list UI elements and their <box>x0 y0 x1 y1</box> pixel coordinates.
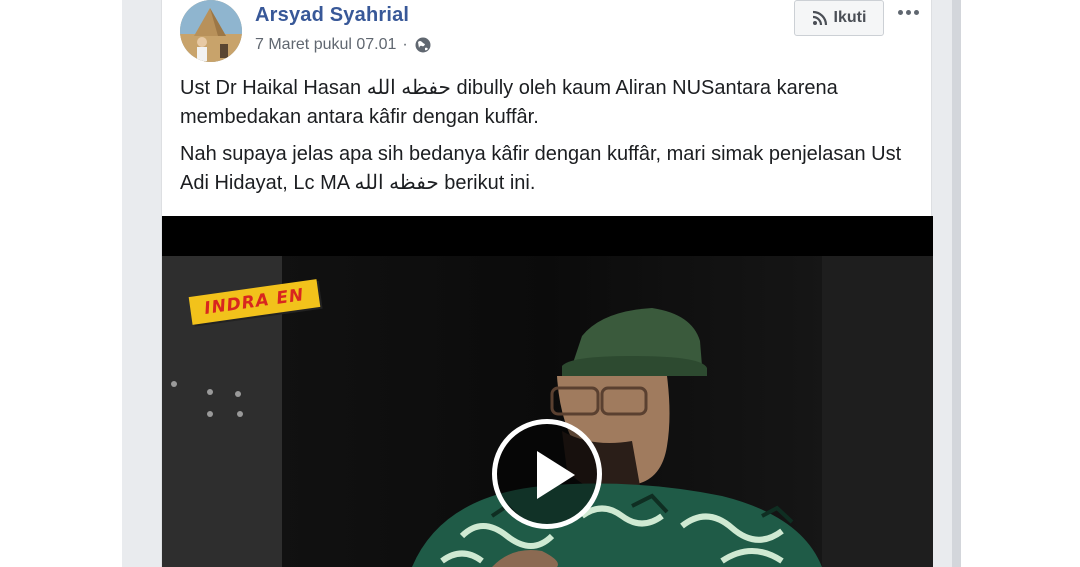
play-button[interactable] <box>492 419 602 529</box>
video-player[interactable]: INDRA EN <box>162 216 933 567</box>
follow-button[interactable]: Ikuti <box>794 0 884 36</box>
post-timestamp[interactable]: 7 Maret pukul 07.01 <box>255 36 396 54</box>
post-paragraph-1: Ust Dr Haikal Hasan حفظه الله dibully ol… <box>180 77 838 128</box>
globe-icon[interactable] <box>414 36 432 54</box>
meta-separator: · <box>402 36 408 53</box>
post-card: Arsyad Syahrial 7 Maret pukul 07.01 · Ik… <box>161 0 933 567</box>
rss-icon <box>812 10 827 26</box>
more-options-icon[interactable] <box>894 2 922 22</box>
post-paragraph-2: Nah supaya jelas apa sih bedanya kâfir d… <box>180 143 902 194</box>
author-avatar[interactable] <box>180 0 242 62</box>
follow-button-label: Ikuti <box>833 9 867 26</box>
right-column-edge <box>952 0 961 567</box>
author-name-link[interactable]: Arsyad Syahrial <box>255 4 409 27</box>
post-meta: 7 Maret pukul 07.01 · <box>255 36 432 54</box>
post-body: Ust Dr Haikal Hasan حفظه الله dibully ol… <box>180 74 910 206</box>
avatar-image <box>180 0 242 62</box>
play-icon <box>537 451 575 499</box>
